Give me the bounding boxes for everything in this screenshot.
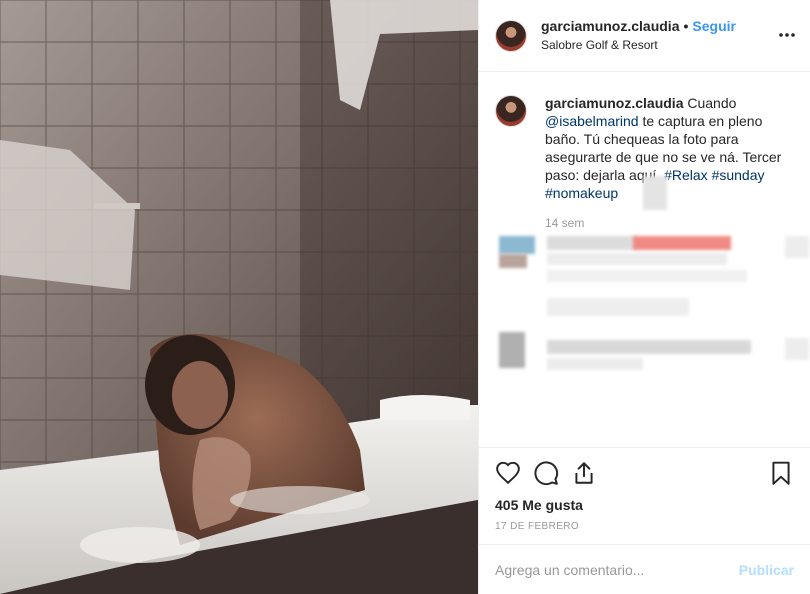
likes-count[interactable]: 405 Me gusta [495,497,583,513]
more-horizontal-icon[interactable] [778,26,796,44]
blurred-name [547,236,637,250]
heart-icon[interactable] [495,460,521,486]
mention-link[interactable]: @isabelmarind [545,113,639,129]
caption-time: 14 sem [545,216,585,230]
comment-input[interactable] [495,562,739,578]
caption-username[interactable]: garciamunoz.claudia [545,95,683,111]
header-username[interactable]: garciamunoz.claudia [541,18,679,35]
blurred-like [785,338,809,360]
blurred-line [547,358,643,370]
follow-button[interactable]: Seguir [692,18,736,35]
blurred-line [547,340,751,354]
separator-dot: • [683,17,689,34]
bookmark-icon[interactable] [768,460,794,486]
hashtag-link[interactable]: #nomakeup [545,185,618,201]
blurred-avatar [499,236,535,254]
action-icons [495,460,794,490]
post-photo[interactable] [0,0,478,594]
hashtag-link[interactable]: #sunday [712,167,765,183]
caption-text: garciamunoz.claudia Cuando @isabelmarind… [545,94,794,202]
blurred-avatar [499,332,525,368]
location-link[interactable]: Salobre Golf & Resort [541,37,794,54]
bath-photo-image [0,0,478,594]
publish-button[interactable]: Publicar [739,562,794,578]
hashtag-link[interactable]: #Relax [664,167,708,183]
blurred-line [547,298,689,316]
avatar[interactable] [495,19,527,52]
blurred-line [547,253,727,265]
instagram-post: garciamunoz.claudia • Seguir Salobre Gol… [0,0,810,594]
post-header: garciamunoz.claudia • Seguir Salobre Gol… [479,0,810,72]
post-side-panel: garciamunoz.claudia • Seguir Salobre Gol… [478,0,810,594]
caption-text-1: Cuando [683,95,737,111]
blurred-avatar [499,254,527,268]
caption-avatar[interactable] [495,95,527,127]
share-icon[interactable] [571,460,597,486]
comment-form: Publicar [479,544,810,594]
blurred-like [785,236,809,258]
blurred-block [643,176,667,210]
blurred-highlight [633,236,731,250]
post-date: 17 DE FEBRERO [495,521,580,532]
post-actions: 405 Me gusta 17 DE FEBRERO Publicar [479,447,810,594]
blurred-line [547,270,747,282]
comment-icon[interactable] [533,460,559,486]
